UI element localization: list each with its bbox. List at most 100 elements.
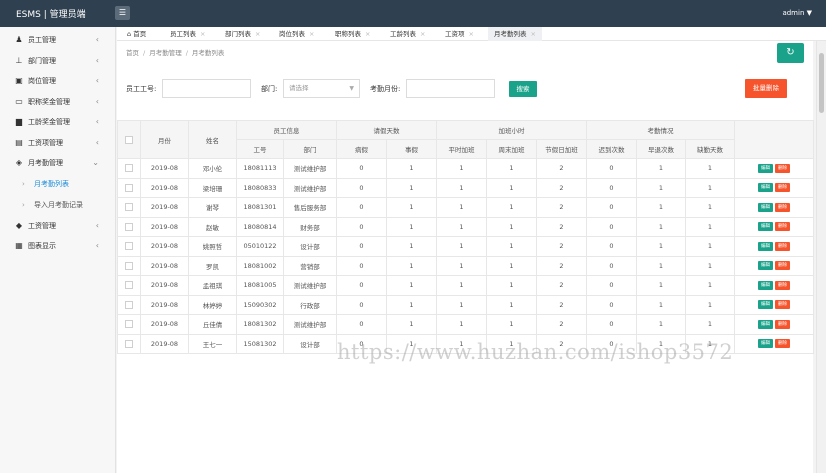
- sidebar-item-attendance[interactable]: ◈ 月考勤管理 ⌄: [0, 153, 115, 174]
- edit-button[interactable]: 编辑: [758, 280, 773, 290]
- cell-name: 邓小伦: [188, 158, 237, 179]
- tab-post-list[interactable]: 岗位列表 ×: [279, 27, 314, 41]
- emp-no-input[interactable]: [162, 79, 251, 98]
- delete-button[interactable]: 删除: [775, 319, 790, 329]
- sidebar-subitem-label: 月考勤列表: [34, 179, 69, 188]
- row-checkbox[interactable]: [125, 242, 133, 251]
- col-personal: 事假: [386, 139, 437, 159]
- cell-name: 丘佳倩: [188, 314, 237, 335]
- cell-personal: 1: [386, 236, 437, 257]
- delete-button[interactable]: 删除: [775, 261, 790, 271]
- sidebar-item-title-bonus[interactable]: ▭ 职称奖金管理 ‹: [0, 92, 115, 113]
- row-checkbox[interactable]: [125, 281, 133, 290]
- edit-button[interactable]: 编辑: [758, 241, 773, 251]
- delete-button[interactable]: 删除: [775, 280, 790, 290]
- tab-salary-item[interactable]: 工资项 ×: [445, 27, 474, 41]
- sidebar-item-salary[interactable]: ◆ 工资管理 ‹: [0, 216, 115, 237]
- refresh-icon: ↻: [786, 47, 795, 58]
- tab-attendance-list[interactable]: 月考勤列表 ×: [488, 27, 542, 41]
- edit-button[interactable]: 编辑: [758, 202, 773, 212]
- cell-weekday-ot: 1: [436, 216, 487, 237]
- breadcrumb-section[interactable]: 月考勤管理: [149, 49, 182, 57]
- edit-button[interactable]: 编辑: [758, 183, 773, 193]
- select-all-cell: [117, 120, 141, 159]
- cell-dept: 营销部: [283, 255, 337, 276]
- cell-emp-no: 15081302: [236, 333, 284, 354]
- sidebar-item-seniority-bonus[interactable]: ▆ 工龄奖金管理 ‹: [0, 112, 115, 133]
- row-checkbox[interactable]: [125, 320, 133, 329]
- table-row: 2019-08 赵敏 18080814 财务部 0 1 1 1 2 0 1 1 …: [117, 216, 814, 237]
- edit-button[interactable]: 编辑: [758, 319, 773, 329]
- edit-button[interactable]: 编辑: [758, 300, 773, 310]
- sidebar-item-department[interactable]: ⊥ 部门管理 ‹: [0, 51, 115, 72]
- dept-select-value: 请选择: [289, 84, 309, 92]
- select-all-checkbox[interactable]: [125, 135, 133, 144]
- cell-absent: 1: [685, 158, 735, 179]
- cell-late: 0: [586, 236, 637, 257]
- tab-title-list[interactable]: 职称列表 ×: [335, 27, 370, 41]
- sidebar-item-employee[interactable]: ♟ 员工管理 ‹: [0, 30, 115, 51]
- close-icon[interactable]: ×: [309, 30, 314, 38]
- search-button[interactable]: 搜索: [509, 81, 537, 97]
- delete-button[interactable]: 删除: [775, 300, 790, 310]
- scrollbar-thumb[interactable]: [819, 53, 824, 113]
- close-icon[interactable]: ×: [255, 30, 260, 38]
- user-menu[interactable]: admin ▼: [782, 9, 812, 17]
- menu-toggle-icon[interactable]: ☰: [115, 6, 130, 20]
- close-icon[interactable]: ×: [420, 30, 425, 38]
- close-icon[interactable]: ×: [469, 30, 474, 38]
- edit-button[interactable]: 编辑: [758, 339, 773, 349]
- row-checkbox[interactable]: [125, 203, 133, 212]
- sidebar-item-label: 工资项管理: [28, 138, 63, 147]
- breadcrumb-home[interactable]: 首页: [126, 49, 139, 57]
- sidebar-subitem-import-attendance[interactable]: › 导入月考勤记录: [0, 195, 115, 216]
- refresh-button[interactable]: ↻: [777, 43, 804, 63]
- cell-emp-no: 18081005: [236, 275, 284, 296]
- edit-button[interactable]: 编辑: [758, 222, 773, 232]
- tab-employee-list[interactable]: 员工列表 ×: [170, 27, 205, 41]
- cell-weekday-ot: 1: [436, 275, 487, 296]
- sidebar-subitem-attendance-list[interactable]: › 月考勤列表: [0, 174, 115, 195]
- cell-month: 2019-08: [140, 333, 189, 354]
- row-checkbox[interactable]: [125, 222, 133, 231]
- delete-button[interactable]: 删除: [775, 183, 790, 193]
- cell-personal: 1: [386, 158, 437, 179]
- cell-actions: 编辑 删除: [734, 275, 814, 296]
- edit-button[interactable]: 编辑: [758, 261, 773, 271]
- row-checkbox[interactable]: [125, 164, 133, 173]
- cell-personal: 1: [386, 275, 437, 296]
- delete-button[interactable]: 删除: [775, 241, 790, 251]
- tab-department-list[interactable]: 部门列表 ×: [225, 27, 260, 41]
- tab-seniority-list[interactable]: 工龄列表 ×: [390, 27, 425, 41]
- sidebar-item-charts[interactable]: ▦ 图表显示 ‹: [0, 236, 115, 257]
- month-input[interactable]: [406, 79, 495, 98]
- delete-button[interactable]: 删除: [775, 339, 790, 349]
- edit-button[interactable]: 编辑: [758, 163, 773, 173]
- sidebar-item-post[interactable]: ▣ 岗位管理 ‹: [0, 71, 115, 92]
- delete-button[interactable]: 删除: [775, 202, 790, 212]
- chevron-left-icon: ‹: [95, 96, 99, 106]
- row-checkbox[interactable]: [125, 339, 133, 348]
- tab-label: 员工列表: [170, 30, 196, 38]
- row-select-cell: [117, 177, 141, 198]
- row-checkbox[interactable]: [125, 300, 133, 309]
- cell-month: 2019-08: [140, 158, 189, 179]
- cell-holiday-ot: 2: [536, 236, 587, 257]
- close-icon[interactable]: ×: [200, 30, 205, 38]
- row-checkbox[interactable]: [125, 183, 133, 192]
- sidebar-item-label: 职称奖金管理: [28, 97, 70, 106]
- chevron-left-icon: ‹: [95, 55, 99, 65]
- vertical-scrollbar[interactable]: [816, 41, 826, 473]
- row-checkbox[interactable]: [125, 261, 133, 270]
- tab-home[interactable]: ⌂ 首页: [127, 27, 146, 41]
- close-icon[interactable]: ×: [365, 30, 370, 38]
- dept-select[interactable]: 请选择 ▼: [283, 79, 360, 98]
- close-icon[interactable]: ×: [531, 30, 536, 38]
- sidebar-item-salary-item[interactable]: ▤ 工资项管理 ‹: [0, 133, 115, 154]
- batch-delete-button[interactable]: 批量删除: [745, 79, 787, 98]
- delete-button[interactable]: 删除: [775, 222, 790, 232]
- cell-weekend-ot: 1: [486, 314, 537, 335]
- col-emp-no: 工号: [236, 139, 284, 159]
- cell-absent: 1: [685, 177, 735, 198]
- delete-button[interactable]: 删除: [775, 163, 790, 173]
